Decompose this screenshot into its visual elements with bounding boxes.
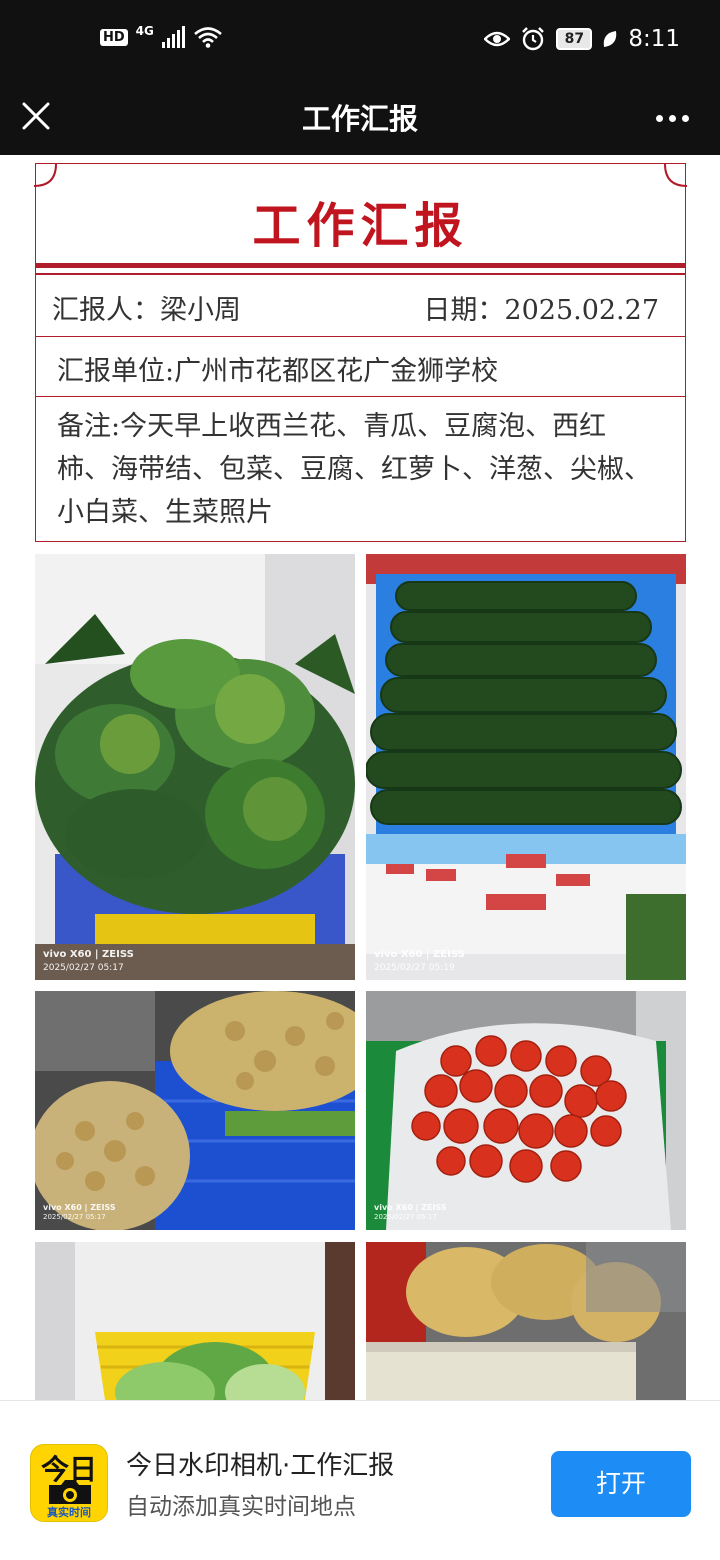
page-title: 工作汇报: [301, 102, 418, 136]
report-heading: 工作汇报: [252, 198, 469, 254]
alarm-icon: [522, 27, 545, 51]
more-dot-icon: [681, 114, 689, 122]
corner-ornament-left: [34, 163, 57, 187]
clock: 8:11: [628, 26, 680, 52]
open-app-button[interactable]: 打开: [551, 1451, 691, 1517]
notes-row: 备注:今天早上收西兰花、青瓜、豆腐泡、西红柿、海带结、包菜、豆腐、红萝卜、洋葱、…: [36, 397, 685, 541]
photo-tofu-puffs[interactable]: vivo X60 | ZEISS 2025/02/27 05:17: [35, 991, 355, 1230]
kelp-tofu-image: [366, 1242, 686, 1400]
photo-broccoli[interactable]: vivo X60 | ZEISS 2025/02/27 05:17: [35, 554, 355, 980]
watermark-model: vivo X60 | ZEISS: [43, 1203, 116, 1212]
photo-watermark: vivo X60 | ZEISS 2025/02/27 05:17: [43, 948, 134, 975]
battery-indicator: 87: [556, 28, 593, 50]
more-dot-icon: [668, 114, 676, 122]
status-bar: HD 4G 87 8:11: [0, 0, 720, 82]
leaf-icon: [604, 31, 617, 47]
photo-watermark: vivo X60 | ZEISS 2025/02/27 05:17: [374, 1203, 447, 1222]
photo-watermark: vivo X60 | ZEISS 2025/02/27 05:17: [43, 1203, 116, 1222]
app-logo: 今日 真实时间: [30, 1444, 108, 1522]
watermark-time: 2025/02/27 05:17: [43, 1213, 106, 1221]
reporter-row: 汇报人：梁小周 日期：2025.02.27: [36, 274, 685, 337]
corner-ornament-right: [664, 163, 687, 187]
watermark-model: vivo X60 | ZEISS: [374, 949, 465, 960]
reporter: 汇报人：梁小周: [52, 295, 241, 326]
app-bar: 工作汇报: [0, 82, 720, 155]
more-dot-icon: [655, 114, 663, 122]
photo-watermark: vivo X60 | ZEISS 2025/02/27 05:19: [374, 948, 465, 975]
photo-cucumbers[interactable]: vivo X60 | ZEISS 2025/02/27 05:19: [366, 554, 686, 980]
watermark-model: vivo X60 | ZEISS: [43, 949, 134, 960]
cabbage-image: [35, 1242, 355, 1400]
status-left-icons: HD 4G: [100, 24, 223, 48]
eye-icon: [484, 31, 511, 47]
app-download-banner: 今日 真实时间 今日水印相机·工作汇报 自动添加真实时间地点 打开: [0, 1400, 720, 1560]
heading-divider: [36, 263, 685, 268]
report-unit: 汇报单位:广州市花都区花广金狮学校: [57, 356, 499, 387]
more-options-button[interactable]: [650, 100, 694, 136]
watermark-time: 2025/02/27 05:17: [374, 1213, 437, 1221]
hd-badge: HD: [100, 28, 128, 46]
status-right-icons: 87 8:11: [484, 26, 680, 52]
network-type: 4G: [135, 24, 154, 38]
banner-subtitle: 自动添加真实时间地点: [126, 1494, 356, 1520]
signal-icon: [161, 26, 185, 48]
unit-row: 汇报单位:广州市花都区花广金狮学校: [36, 337, 685, 397]
broccoli-image: [35, 554, 355, 980]
watermark-model: vivo X60 | ZEISS: [374, 1203, 447, 1212]
cucumbers-image: [366, 554, 686, 980]
photo-tomatoes[interactable]: vivo X60 | ZEISS 2025/02/27 05:17: [366, 991, 686, 1230]
banner-title: 今日水印相机·工作汇报: [126, 1451, 395, 1481]
photo-kelp-tofu[interactable]: [366, 1242, 686, 1400]
tomatoes-image: [366, 991, 686, 1230]
photo-cabbage[interactable]: [35, 1242, 355, 1400]
watermark-time: 2025/02/27 05:19: [374, 963, 455, 973]
report-date: 日期：2025.02.27: [423, 295, 659, 326]
tofu-puffs-image: [35, 991, 355, 1230]
report-card: 工作汇报 汇报人：梁小周 日期：2025.02.27 汇报单位:广州市花都区花广…: [34, 163, 687, 542]
wifi-icon: [194, 27, 222, 48]
watermark-time: 2025/02/27 05:17: [43, 963, 124, 973]
logo-caption: 真实时间: [31, 1504, 107, 1521]
report-notes: 备注:今天早上收西兰花、青瓜、豆腐泡、西红柿、海带结、包菜、豆腐、红萝卜、洋葱、…: [57, 411, 651, 528]
